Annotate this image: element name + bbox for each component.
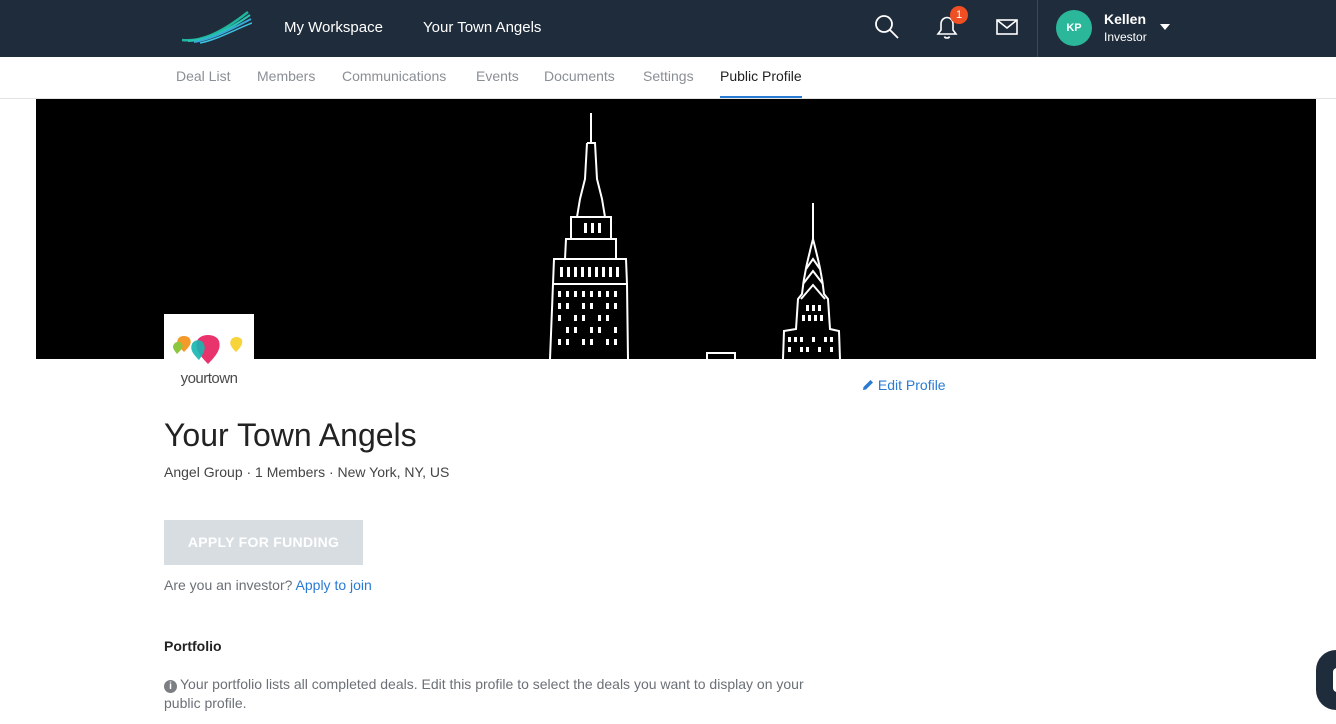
chevron-down-icon[interactable]	[1160, 24, 1170, 30]
nav-your-town-angels[interactable]: Your Town Angels	[423, 0, 541, 57]
nav-my-workspace[interactable]: My Workspace	[284, 0, 383, 57]
portfolio-heading: Portfolio	[164, 638, 222, 654]
location-pins-icon	[173, 335, 243, 364]
sub-navigation: Deal List Members Communications Events …	[0, 57, 1336, 99]
page-title: Your Town Angels	[164, 417, 417, 453]
tab-events[interactable]: Events	[476, 57, 519, 98]
organization-meta: Angel Group · 1 Members · New York, NY, …	[164, 464, 450, 480]
apply-for-funding-button[interactable]: APPLY FOR FUNDING	[164, 520, 363, 565]
edit-profile-link[interactable]: Edit Profile	[862, 377, 946, 393]
user-role: Investor	[1104, 30, 1147, 44]
avatar[interactable]: KP	[1056, 10, 1092, 46]
tab-documents[interactable]: Documents	[544, 57, 615, 98]
tab-communications[interactable]: Communications	[342, 57, 446, 98]
logo-icon[interactable]	[180, 10, 252, 46]
info-icon: i	[164, 680, 177, 693]
investor-prompt-text: Are you an investor?	[164, 577, 293, 593]
pencil-icon	[863, 380, 873, 390]
organization-logo: yourtown	[164, 314, 254, 394]
tab-public-profile[interactable]: Public Profile	[720, 57, 802, 98]
edit-profile-label: Edit Profile	[877, 377, 946, 393]
mail-icon[interactable]	[992, 12, 1022, 42]
tab-deal-list[interactable]: Deal List	[176, 57, 230, 98]
tab-settings[interactable]: Settings	[643, 57, 694, 98]
portfolio-info: i Your portfolio lists all completed deal…	[164, 675, 824, 713]
portfolio-info-text: Your portfolio lists all completed deals…	[164, 676, 804, 711]
apply-to-join-link[interactable]: Apply to join	[296, 577, 372, 593]
search-icon[interactable]	[872, 12, 902, 42]
organization-logo-text: yourtown	[180, 370, 238, 387]
notification-badge: 1	[950, 6, 968, 24]
user-name[interactable]: Kellen	[1104, 11, 1146, 27]
top-navigation-bar: My Workspace Your Town Angels 1 KP Kelle…	[0, 0, 1336, 57]
tab-members[interactable]: Members	[257, 57, 315, 98]
header-divider	[1037, 0, 1038, 57]
investor-prompt: Are you an investor? Apply to join	[164, 577, 372, 593]
